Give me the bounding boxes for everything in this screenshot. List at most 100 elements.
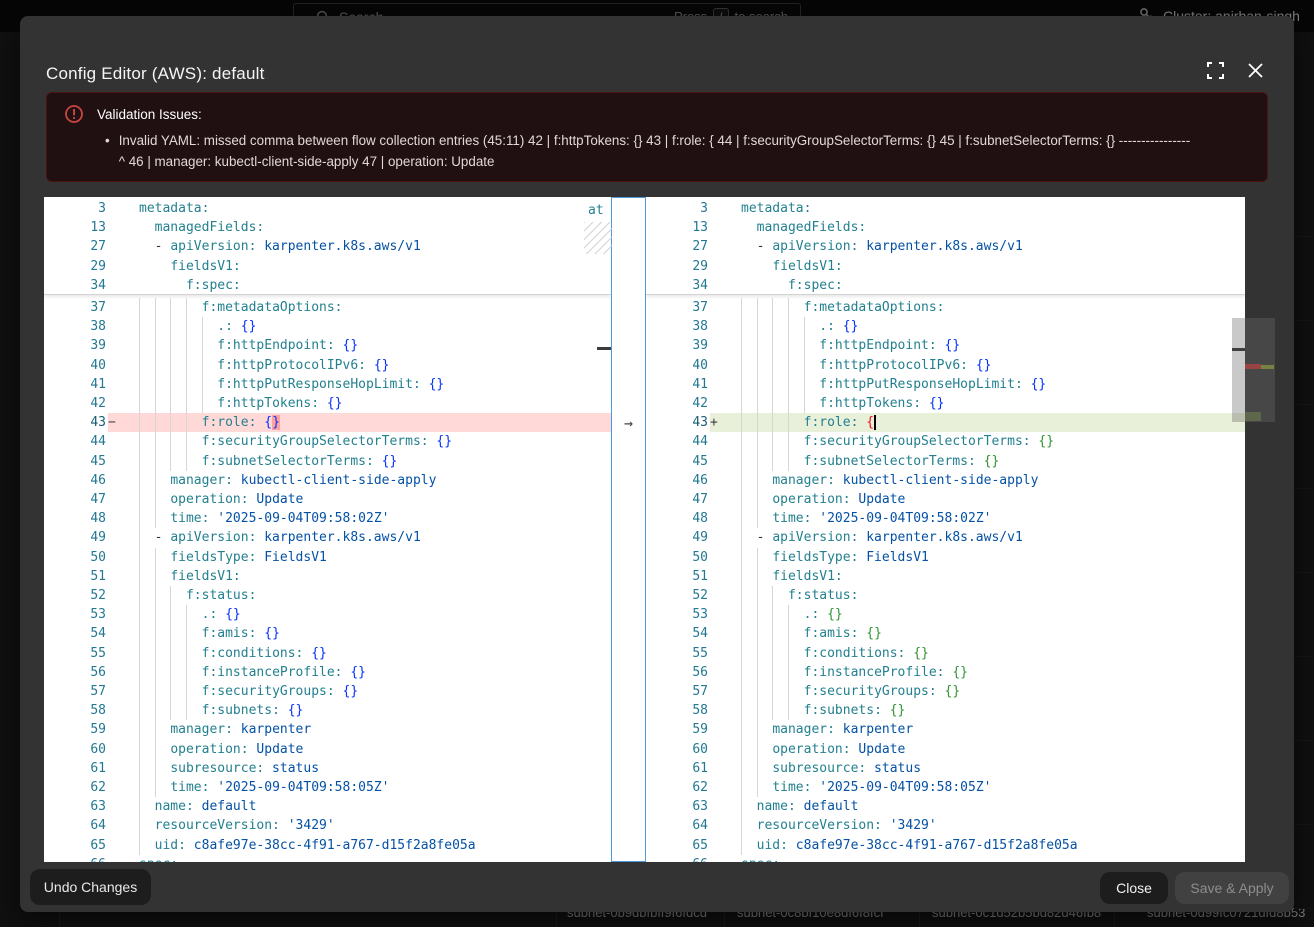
code-line[interactable]: 13 managedFields: [44,218,611,237]
code-line[interactable]: 58 f:subnets: {} [44,701,611,720]
diff-sash[interactable]: → [611,197,646,862]
line-number: 48 [646,509,708,528]
code-line[interactable]: 13 managedFields: [646,218,1245,237]
expand-icon[interactable] [1205,60,1225,80]
code-line[interactable]: 65 uid: c8afe97e-38cc-4f91-a767-d15f2a8f… [646,836,1245,855]
code-line[interactable]: 56 f:instanceProfile: {} [44,663,611,682]
diff-original-pane[interactable]: 3metadata:13 managedFields:27 - apiVersi… [44,197,611,862]
code-line[interactable]: 46 manager: kubectl-client-side-apply [646,471,1245,490]
code-line[interactable]: 58 f:subnets: {} [646,701,1245,720]
code-line[interactable]: 47 operation: Update [44,490,611,509]
diff-modified-pane[interactable]: 3metadata:13 managedFields:27 - apiVersi… [646,197,1245,862]
code-line[interactable]: 61 subresource: status [646,759,1245,778]
code-line[interactable]: 29 fieldsV1: [44,257,611,276]
code-line[interactable]: 55 f:conditions: {} [646,644,1245,663]
line-number: 50 [44,548,106,567]
code-line[interactable]: 29 fieldsV1: [646,257,1245,276]
code-line[interactable]: 50 fieldsType: FieldsV1 [646,548,1245,567]
code-line[interactable]: 3metadata: [646,199,1245,218]
code-line[interactable]: 41 f:httpPutResponseHopLimit: {} [646,375,1245,394]
code-line[interactable]: 41 f:httpPutResponseHopLimit: {} [44,375,611,394]
code-line[interactable]: 49 - apiVersion: karpenter.k8s.aws/v1 [44,528,611,547]
code-line[interactable]: 55 f:conditions: {} [44,644,611,663]
revert-change-arrow-icon[interactable]: → [612,414,645,433]
code-line[interactable]: 34 f:spec: [646,276,1245,295]
line-number: 58 [44,701,106,720]
code-line[interactable]: 54 f:amis: {} [646,624,1245,643]
code-line[interactable]: 27 - apiVersion: karpenter.k8s.aws/v1 [44,237,611,256]
code-line[interactable]: 27 - apiVersion: karpenter.k8s.aws/v1 [646,237,1245,256]
code-line[interactable]: 45 f:subnetSelectorTerms: {} [44,452,611,471]
code-text: f:httpTokens: {} [139,394,611,413]
code-line[interactable]: 66spec: [44,855,611,862]
code-line[interactable]: 3metadata: [44,199,611,218]
code-line[interactable]: 48 time: '2025-09-04T09:58:02Z' [44,509,611,528]
code-line[interactable]: 54 f:amis: {} [44,624,611,643]
code-text: - apiVersion: karpenter.k8s.aws/v1 [139,528,611,547]
code-line[interactable]: 39 f:httpEndpoint: {} [646,336,1245,355]
code-line[interactable]: 42 f:httpTokens: {} [646,394,1245,413]
code-line[interactable]: 57 f:securityGroups: {} [646,682,1245,701]
code-line[interactable]: 61 subresource: status [44,759,611,778]
code-text: f:spec: [741,276,1245,295]
code-line[interactable]: 43− f:role: {} [44,413,611,432]
code-line[interactable]: 66spec: [646,855,1245,862]
undo-changes-button[interactable]: Undo Changes [30,869,151,905]
code-text: fieldsV1: [741,567,1245,586]
code-line[interactable]: 38 .: {} [646,317,1245,336]
code-line[interactable]: 64 resourceVersion: '3429' [646,816,1245,835]
code-line[interactable]: 47 operation: Update [646,490,1245,509]
code-line[interactable]: 46 manager: kubectl-client-side-apply [44,471,611,490]
code-line[interactable]: 52 f:status: [44,586,611,605]
code-line[interactable]: 42 f:httpTokens: {} [44,394,611,413]
close-button[interactable]: Close [1100,872,1168,904]
code-line[interactable]: 40 f:httpProtocolIPv6: {} [44,356,611,375]
line-number: 57 [44,682,106,701]
code-line[interactable]: 63 name: default [646,797,1245,816]
code-text: f:httpEndpoint: {} [741,336,1245,355]
code-line[interactable]: 40 f:httpProtocolIPv6: {} [646,356,1245,375]
yaml-diff-editor[interactable]: 3metadata:13 managedFields:27 - apiVersi… [44,197,1245,862]
code-text: metadata: [741,199,1245,218]
code-text: fieldsV1: [139,257,611,276]
code-line[interactable]: 44 f:securityGroupSelectorTerms: {} [646,432,1245,451]
code-line[interactable]: 51 fieldsV1: [44,567,611,586]
code-line[interactable]: 60 operation: Update [646,740,1245,759]
line-number: 40 [646,356,708,375]
code-line[interactable]: 63 name: default [44,797,611,816]
code-line[interactable]: 49 - apiVersion: karpenter.k8s.aws/v1 [646,528,1245,547]
line-number: 27 [646,237,708,256]
validation-alert: Validation Issues: • Invalid YAML: misse… [46,92,1268,182]
code-line[interactable]: 50 fieldsType: FieldsV1 [44,548,611,567]
code-line[interactable]: 62 time: '2025-09-04T09:58:05Z' [646,778,1245,797]
code-line[interactable]: 34 f:spec: [44,276,611,295]
code-text: manager: kubectl-client-side-apply [139,471,611,490]
line-number: 57 [646,682,708,701]
code-line[interactable]: 37 f:metadataOptions: [646,298,1245,317]
code-line[interactable]: 62 time: '2025-09-04T09:58:05Z' [44,778,611,797]
code-line[interactable]: 37 f:metadataOptions: [44,298,611,317]
line-number: 51 [646,567,708,586]
code-line[interactable]: 53 .: {} [646,605,1245,624]
code-line[interactable]: 39 f:httpEndpoint: {} [44,336,611,355]
code-line[interactable]: 57 f:securityGroups: {} [44,682,611,701]
code-text: subresource: status [741,759,1245,778]
code-line[interactable]: 38 .: {} [44,317,611,336]
code-line[interactable]: 51 fieldsV1: [646,567,1245,586]
code-line[interactable]: 43+ f:role: { [646,413,1245,432]
code-line[interactable]: 44 f:securityGroupSelectorTerms: {} [44,432,611,451]
code-line[interactable]: 59 manager: karpenter [44,720,611,739]
code-line[interactable]: 56 f:instanceProfile: {} [646,663,1245,682]
code-line[interactable]: 45 f:subnetSelectorTerms: {} [646,452,1245,471]
scrollbar-slider[interactable] [1232,318,1245,422]
code-line[interactable]: 64 resourceVersion: '3429' [44,816,611,835]
overview-ruler[interactable] [1245,318,1275,422]
code-line[interactable]: 52 f:status: [646,586,1245,605]
code-line[interactable]: 48 time: '2025-09-04T09:58:02Z' [646,509,1245,528]
close-icon[interactable] [1245,60,1265,80]
save-apply-button[interactable]: Save & Apply [1175,872,1289,904]
code-line[interactable]: 53 .: {} [44,605,611,624]
code-line[interactable]: 60 operation: Update [44,740,611,759]
code-line[interactable]: 65 uid: c8afe97e-38cc-4f91-a767-d15f2a8f… [44,836,611,855]
code-line[interactable]: 59 manager: karpenter [646,720,1245,739]
